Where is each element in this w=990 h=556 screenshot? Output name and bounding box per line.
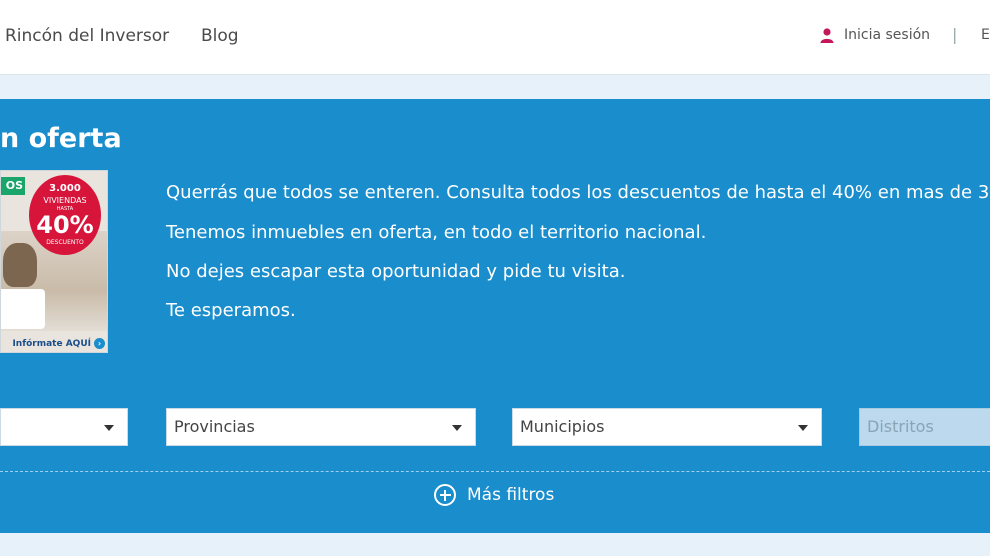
provincias-select[interactable]: Provincias xyxy=(166,408,476,446)
distritos-label: Distritos xyxy=(867,417,934,436)
description-line-1: Querrás que todos se enteren. Consulta t… xyxy=(166,182,990,203)
promo-cat-figure xyxy=(3,243,37,287)
divider xyxy=(0,471,990,472)
promo-discount-circle: 3.000 VIVIENDAS HASTA 40% DESCUENTO xyxy=(29,175,101,255)
caret-down-icon xyxy=(452,425,462,431)
user-icon xyxy=(820,28,834,43)
chevron-right-icon: › xyxy=(94,338,105,349)
promo-cta[interactable]: Infórmate AQUÍ › xyxy=(12,338,105,349)
first-filter-select[interactable] xyxy=(0,408,128,446)
distritos-select[interactable]: Distritos xyxy=(859,408,990,446)
caret-down-icon xyxy=(104,425,114,431)
description-line-3: No dejes escapar esta oportunidad y pide… xyxy=(166,261,626,282)
login-link[interactable]: Inicia sesión xyxy=(819,27,930,43)
nav-link-rincon-inversor[interactable]: Rincón del Inversor xyxy=(5,26,169,46)
promo-banner-image[interactable]: OS 3.000 VIVIENDAS HASTA 40% DESCUENTO I… xyxy=(0,170,108,353)
municipios-label: Municipios xyxy=(520,417,605,436)
nav-separator: | xyxy=(952,25,958,44)
promo-white-card xyxy=(1,289,45,329)
promo-cta-label: Infórmate AQUÍ xyxy=(12,338,91,349)
page-title: n oferta xyxy=(0,123,122,154)
promo-tag: OS xyxy=(1,177,25,195)
promo-viviendas: VIVIENDAS xyxy=(43,196,87,205)
provincias-label: Provincias xyxy=(174,417,255,436)
more-filters-label: Más filtros xyxy=(467,485,555,505)
promo-count: 3.000 xyxy=(49,183,81,194)
caret-down-icon xyxy=(798,425,808,431)
promo-descuento: DESCUENTO xyxy=(46,239,84,246)
description-line-4: Te esperamos. xyxy=(166,300,296,321)
nav-link-cut-off[interactable]: E xyxy=(981,27,990,43)
plus-circle-icon xyxy=(434,484,456,506)
nav-link-blog[interactable]: Blog xyxy=(201,26,239,46)
offers-panel: n oferta OS 3.000 VIVIENDAS HASTA 40% DE… xyxy=(0,99,990,533)
description-line-2: Tenemos inmuebles en oferta, en todo el … xyxy=(166,222,707,243)
login-label: Inicia sesión xyxy=(844,27,931,43)
municipios-select[interactable]: Municipios xyxy=(512,408,822,446)
more-filters-button[interactable]: Más filtros xyxy=(434,484,554,506)
top-navbar: Rincón del Inversor Blog Inicia sesión |… xyxy=(0,0,990,75)
promo-percent: 40% xyxy=(36,211,94,239)
